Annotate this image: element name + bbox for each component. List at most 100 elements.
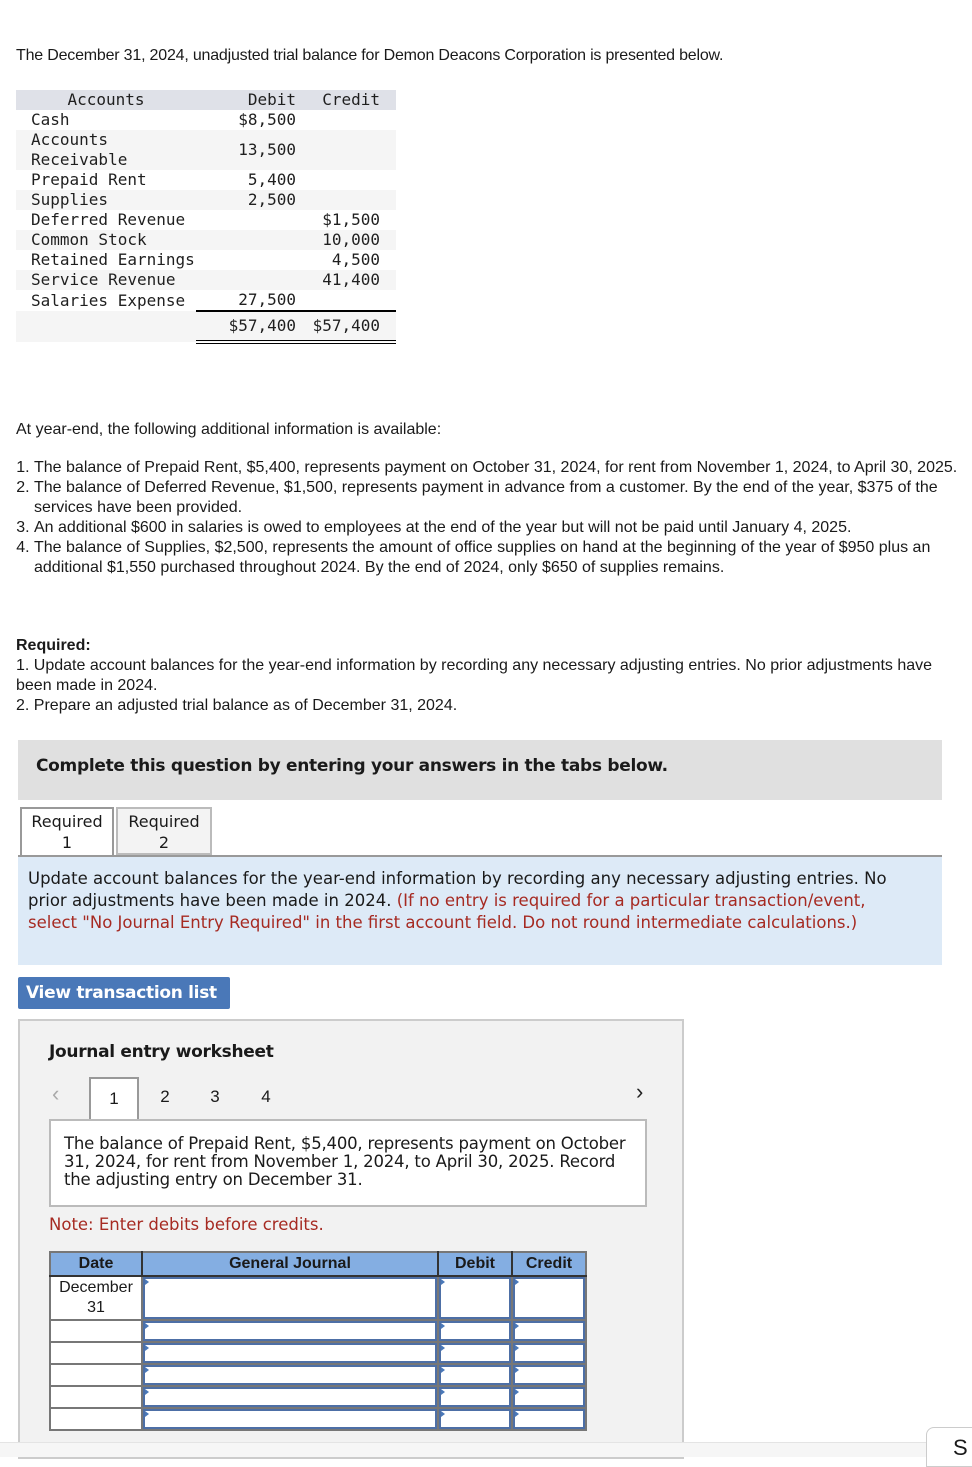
credit-value (312, 290, 396, 311)
worksheet-page-2[interactable]: 2 (140, 1077, 190, 1119)
account-name: Accounts Receivable (16, 130, 196, 170)
date-cell (49, 1407, 143, 1431)
bottom-bar (0, 1442, 972, 1457)
account-select[interactable] (141, 1319, 439, 1343)
credit-input[interactable] (511, 1275, 587, 1321)
credit-value (312, 190, 396, 210)
account-name: Cash (31, 110, 70, 129)
totals-row: $57,400 $57,400 (16, 310, 396, 344)
debit-input[interactable] (437, 1341, 513, 1365)
table-row (49, 1341, 587, 1365)
worksheet-note: Note: Enter debits before credits. (49, 1215, 324, 1234)
table-row: Common Stock 10,000 (16, 230, 396, 250)
account-select[interactable] (141, 1407, 439, 1431)
credit-input[interactable] (511, 1341, 587, 1365)
complete-question-banner: Complete this question by entering your … (18, 740, 942, 800)
list-item: The balance of Deferred Revenue, $1,500,… (34, 478, 972, 518)
worksheet-page-1[interactable]: 1 (89, 1077, 139, 1121)
chevron-right-icon[interactable]: › (636, 1079, 643, 1105)
credit-value: $1,500 (322, 210, 380, 229)
required-heading: Required: (16, 637, 91, 654)
header-general-journal: General Journal (141, 1252, 439, 1277)
account-select[interactable] (141, 1275, 439, 1321)
account-select[interactable] (141, 1385, 439, 1409)
debit-value: $8,500 (238, 110, 296, 129)
credit-value (312, 130, 396, 170)
table-row: Prepaid Rent 5,400 (16, 170, 396, 190)
total-debit: $57,400 (196, 310, 312, 344)
debit-value: 13,500 (196, 130, 312, 170)
list-item: An additional $600 in salaries is owed t… (34, 518, 972, 538)
account-name: Salaries Expense (31, 290, 186, 310)
view-transaction-list-button[interactable]: View transaction list (18, 977, 230, 1009)
credit-value (312, 170, 396, 190)
credit-input[interactable] (511, 1363, 587, 1387)
table-row (49, 1363, 587, 1387)
corner-button-partial[interactable]: S (926, 1427, 972, 1467)
unadjusted-trial-balance: Accounts Debit Credit Cash $8,500 Accoun… (16, 90, 396, 344)
debit-value (196, 250, 312, 270)
debit-input[interactable] (437, 1363, 513, 1387)
debit-input[interactable] (437, 1407, 513, 1431)
general-journal-table: Date General Journal Debit Credit Decemb… (49, 1251, 587, 1431)
table-row: Cash $8,500 (16, 110, 396, 130)
table-row: Salaries Expense 27,500 (16, 290, 396, 311)
account-name: Supplies (16, 190, 196, 210)
debit-value (196, 210, 312, 230)
tab-required-2[interactable]: Required 2 (116, 807, 212, 855)
header-accounts: Accounts (16, 90, 196, 110)
credit-value (312, 110, 396, 130)
journal-entry-worksheet: Journal entry worksheet ‹ 1 2 3 4 › The … (18, 1019, 684, 1459)
account-name: Deferred Revenue (31, 210, 186, 229)
account-name: Retained Earnings (31, 250, 195, 269)
header-credit: Credit (312, 90, 396, 110)
account-select[interactable] (141, 1341, 439, 1365)
table-row: Accounts Receivable 13,500 (16, 130, 396, 170)
instructions-box: Update account balances for the year-end… (18, 857, 942, 965)
table-row (49, 1319, 587, 1343)
table-row: Retained Earnings 4,500 (16, 250, 396, 270)
debit-input[interactable] (437, 1275, 513, 1321)
debit-value (196, 270, 312, 290)
debit-value: 5,400 (247, 170, 296, 189)
credit-value: 41,400 (312, 270, 396, 290)
worksheet-page-4[interactable]: 4 (241, 1077, 291, 1119)
problem-intro: The December 31, 2024, unadjusted trial … (16, 47, 724, 64)
table-row (49, 1407, 587, 1431)
required-item: 2. Prepare an adjusted trial balance as … (16, 697, 458, 714)
account-name: Service Revenue (16, 270, 196, 290)
header-debit: Debit (437, 1252, 513, 1277)
debit-value: 27,500 (238, 290, 296, 309)
credit-value: 10,000 (312, 230, 396, 250)
debit-input[interactable] (437, 1385, 513, 1409)
additional-info-list: The balance of Prepaid Rent, $5,400, rep… (16, 458, 972, 578)
table-row: Service Revenue 41,400 (16, 270, 396, 290)
account-name: Prepaid Rent (31, 170, 147, 189)
debit-input[interactable] (437, 1319, 513, 1343)
table-row (49, 1385, 587, 1409)
total-credit: $57,400 (312, 310, 396, 344)
debit-value (196, 230, 312, 250)
chevron-left-icon[interactable]: ‹ (52, 1081, 59, 1107)
list-item: The balance of Prepaid Rent, $5,400, rep… (34, 458, 972, 478)
credit-input[interactable] (511, 1319, 587, 1343)
banner-text: Complete this question by entering your … (36, 756, 668, 776)
account-name: Common Stock (16, 230, 196, 250)
worksheet-page-3[interactable]: 3 (190, 1077, 240, 1119)
date-cell: December 31 (49, 1275, 143, 1321)
table-row: Deferred Revenue $1,500 (16, 210, 396, 230)
header-date: Date (50, 1252, 143, 1277)
account-select[interactable] (141, 1363, 439, 1387)
header-debit: Debit (196, 90, 312, 110)
list-item: The balance of Supplies, $2,500, represe… (34, 538, 972, 578)
required-item: 1. Update account balances for the year-… (16, 657, 933, 694)
credit-input[interactable] (511, 1385, 587, 1409)
worksheet-title: Journal entry worksheet (49, 1042, 274, 1062)
date-cell (49, 1319, 143, 1343)
credit-input[interactable] (511, 1407, 587, 1431)
credit-value: 4,500 (331, 250, 380, 269)
table-row: December 31 (49, 1275, 587, 1321)
tab-required-1[interactable]: Required 1 (20, 807, 114, 857)
debit-value: 2,500 (196, 190, 312, 210)
trial-balance-header: Accounts Debit Credit (16, 90, 396, 110)
